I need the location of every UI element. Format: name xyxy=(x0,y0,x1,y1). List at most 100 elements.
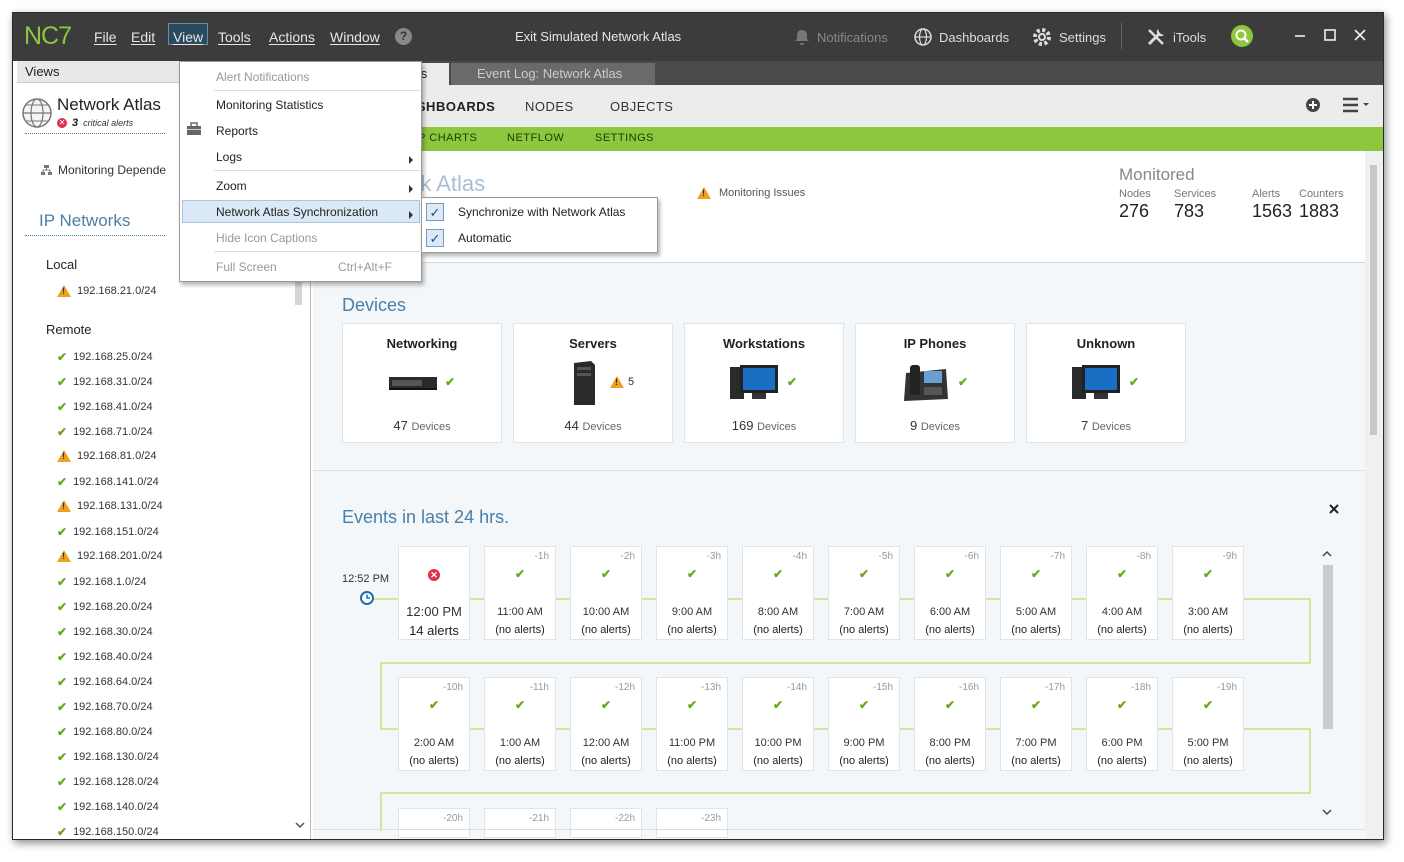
event-hour-card[interactable]: -2h ✔ 10:00 AM (no alerts) xyxy=(570,546,642,640)
event-hour-card[interactable]: -8h ✔ 4:00 AM (no alerts) xyxy=(1086,546,1158,640)
menuitem-reports[interactable]: Reports xyxy=(216,124,258,138)
monitoring-dependencies-item[interactable]: Monitoring Depende xyxy=(41,163,166,177)
hamburger-menu-button[interactable] xyxy=(1341,97,1369,116)
main-scrollbar[interactable] xyxy=(1365,151,1383,839)
network-item[interactable]: ✔ 192.168.64.0/24 xyxy=(57,675,153,689)
events-scroll-up[interactable] xyxy=(1322,547,1336,567)
atlas-name[interactable]: Network Atlas xyxy=(57,95,161,115)
menuitem-alert-notifications[interactable]: Alert Notifications xyxy=(216,70,309,84)
network-item[interactable]: ✔ 192.168.128.0/24 xyxy=(57,775,159,789)
menu-window[interactable]: Window xyxy=(330,29,380,51)
window-title[interactable]: Exit Simulated Network Atlas xyxy=(515,29,681,44)
nav-nodes[interactable]: NODES xyxy=(525,99,574,114)
device-card-networking[interactable]: Networking ✔ 47 Devices xyxy=(342,323,502,443)
network-item[interactable]: 192.168.81.0/24 xyxy=(57,450,157,462)
network-item[interactable]: ✔ 192.168.25.0/24 xyxy=(57,350,153,364)
stat-alerts[interactable]: Alerts 1563 xyxy=(1252,188,1292,222)
device-card-ip-phones[interactable]: IP Phones ✔ 9 Devices xyxy=(855,323,1015,443)
network-item[interactable]: ✔ 192.168.70.0/24 xyxy=(57,700,153,714)
network-item[interactable]: ✔ 192.168.31.0/24 xyxy=(57,375,153,389)
events-scrollbar-thumb[interactable] xyxy=(1323,565,1333,729)
menu-tools[interactable]: Tools xyxy=(218,29,251,51)
network-item[interactable]: ✔ 192.168.20.0/24 xyxy=(57,600,153,614)
event-hour-card[interactable]: -10h ✔ 2:00 AM (no alerts) xyxy=(398,677,470,771)
event-hour-card[interactable]: -14h ✔ 10:00 PM (no alerts) xyxy=(742,677,814,771)
menuitem-hide-icon-captions[interactable]: Hide Icon Captions xyxy=(216,231,317,245)
menuitem-network-atlas-sync[interactable]: Network Atlas Synchronization xyxy=(216,205,378,219)
event-hour-card[interactable]: -1h ✔ 11:00 AM (no alerts) xyxy=(484,546,556,640)
network-item[interactable]: ✔ 192.168.80.0/24 xyxy=(57,725,153,739)
settings-button[interactable]: Settings xyxy=(1031,25,1106,49)
event-hour-card[interactable]: -11h ✔ 1:00 AM (no alerts) xyxy=(484,677,556,771)
nav-objects[interactable]: OBJECTS xyxy=(610,99,673,114)
event-hour-card[interactable]: -18h ✔ 6:00 PM (no alerts) xyxy=(1086,677,1158,771)
menu-actions[interactable]: Actions xyxy=(269,29,315,51)
network-item[interactable]: ✔ 192.168.41.0/24 xyxy=(57,400,153,414)
event-hour-card[interactable]: -19h ✔ 5:00 PM (no alerts) xyxy=(1172,677,1244,771)
network-item[interactable]: ✔ 192.168.1.0/24 xyxy=(57,575,146,589)
device-card-unknown[interactable]: Unknown ✔ 7 Devices xyxy=(1026,323,1186,443)
notifications-button[interactable]: Notifications xyxy=(793,25,888,49)
network-item[interactable]: ✔ 192.168.130.0/24 xyxy=(57,750,159,764)
automatic-checkbox[interactable]: ✓ xyxy=(426,229,444,247)
event-hour-card[interactable]: -23h xyxy=(656,808,728,838)
network-item[interactable]: ✔ 192.168.150.0/24 xyxy=(57,825,159,839)
events-scroll-down[interactable] xyxy=(1322,805,1336,825)
event-hour-card[interactable]: -9h ✔ 3:00 AM (no alerts) xyxy=(1172,546,1244,640)
stat-nodes[interactable]: Nodes 276 xyxy=(1119,188,1151,222)
help-button[interactable]: ? xyxy=(395,28,412,45)
dashboards-button[interactable]: Dashboards xyxy=(913,25,1009,49)
network-item[interactable]: 192.168.21.0/24 xyxy=(57,285,157,297)
menuitem-zoom[interactable]: Zoom xyxy=(216,179,247,193)
network-item[interactable]: ✔ 192.168.71.0/24 xyxy=(57,425,153,439)
submenu-sync-with-atlas[interactable]: Synchronize with Network Atlas xyxy=(458,205,625,219)
ip-networks-title[interactable]: IP Networks xyxy=(39,211,130,231)
subnav-netflow[interactable]: NETFLOW xyxy=(507,132,564,144)
device-card-servers[interactable]: Servers 5 44 Devices xyxy=(513,323,673,443)
menuitem-full-screen[interactable]: Full Screen xyxy=(216,260,277,274)
stat-services[interactable]: Services 783 xyxy=(1174,188,1216,222)
menuitem-logs[interactable]: Logs xyxy=(216,150,242,164)
event-hour-card[interactable]: -3h ✔ 9:00 AM (no alerts) xyxy=(656,546,728,640)
network-item[interactable]: ✔ 192.168.40.0/24 xyxy=(57,650,153,664)
search-button[interactable] xyxy=(1231,25,1253,47)
menu-view[interactable]: View xyxy=(168,23,209,45)
network-item[interactable]: 192.168.131.0/24 xyxy=(57,500,163,512)
event-hour-card[interactable]: -16h ✔ 8:00 PM (no alerts) xyxy=(914,677,986,771)
device-card-workstations[interactable]: Workstations ✔ 169 Devices xyxy=(684,323,844,443)
itools-button[interactable]: iTools xyxy=(1145,25,1206,49)
tab-event-log[interactable]: Event Log: Network Atlas xyxy=(451,63,655,85)
network-item[interactable]: ✔ 192.168.151.0/24 xyxy=(57,525,159,539)
stat-counters[interactable]: Counters 1883 xyxy=(1299,188,1344,222)
event-hour-card[interactable]: -6h ✔ 6:00 AM (no alerts) xyxy=(914,546,986,640)
event-hour-card[interactable]: -12h ✔ 12:00 AM (no alerts) xyxy=(570,677,642,771)
submenu-automatic[interactable]: Automatic xyxy=(458,231,511,245)
event-hour-card[interactable]: -7h ✔ 5:00 AM (no alerts) xyxy=(1000,546,1072,640)
event-hour-card[interactable]: -5h ✔ 7:00 AM (no alerts) xyxy=(828,546,900,640)
event-hour-card[interactable]: ✕ 12:00 PM 14 alerts xyxy=(398,546,470,640)
subnav-settings[interactable]: SETTINGS xyxy=(595,132,654,144)
network-item[interactable]: ✔ 192.168.141.0/24 xyxy=(57,475,159,489)
sync-checkbox[interactable]: ✓ xyxy=(426,203,444,221)
event-hour-card[interactable]: -13h ✔ 11:00 PM (no alerts) xyxy=(656,677,728,771)
close-button[interactable] xyxy=(1349,27,1371,47)
event-hour-card[interactable]: -15h ✔ 9:00 PM (no alerts) xyxy=(828,677,900,771)
menu-edit[interactable]: Edit xyxy=(131,29,155,51)
left-scroll-down[interactable] xyxy=(295,821,305,832)
main-scrollbar-thumb[interactable] xyxy=(1370,165,1377,435)
event-hour-card[interactable]: -17h ✔ 7:00 PM (no alerts) xyxy=(1000,677,1072,771)
network-item[interactable]: ✔ 192.168.30.0/24 xyxy=(57,625,153,639)
menuitem-monitoring-statistics[interactable]: Monitoring Statistics xyxy=(216,98,323,112)
event-hour-card[interactable]: -20h xyxy=(398,808,470,838)
network-item[interactable]: 192.168.201.0/24 xyxy=(57,550,163,562)
menu-file[interactable]: File xyxy=(94,29,117,51)
add-button[interactable] xyxy=(1305,97,1321,116)
event-hour-card[interactable]: -22h xyxy=(570,808,642,838)
network-item[interactable]: ✔ 192.168.140.0/24 xyxy=(57,800,159,814)
close-events-button[interactable] xyxy=(1329,501,1339,518)
minimize-button[interactable] xyxy=(1289,27,1311,47)
critical-alerts[interactable]: ✕ 3 critical alerts xyxy=(57,117,133,129)
monitoring-issues-link[interactable]: Monitoring Issues xyxy=(697,187,805,199)
maximize-button[interactable] xyxy=(1319,27,1341,47)
event-hour-card[interactable]: -4h ✔ 8:00 AM (no alerts) xyxy=(742,546,814,640)
